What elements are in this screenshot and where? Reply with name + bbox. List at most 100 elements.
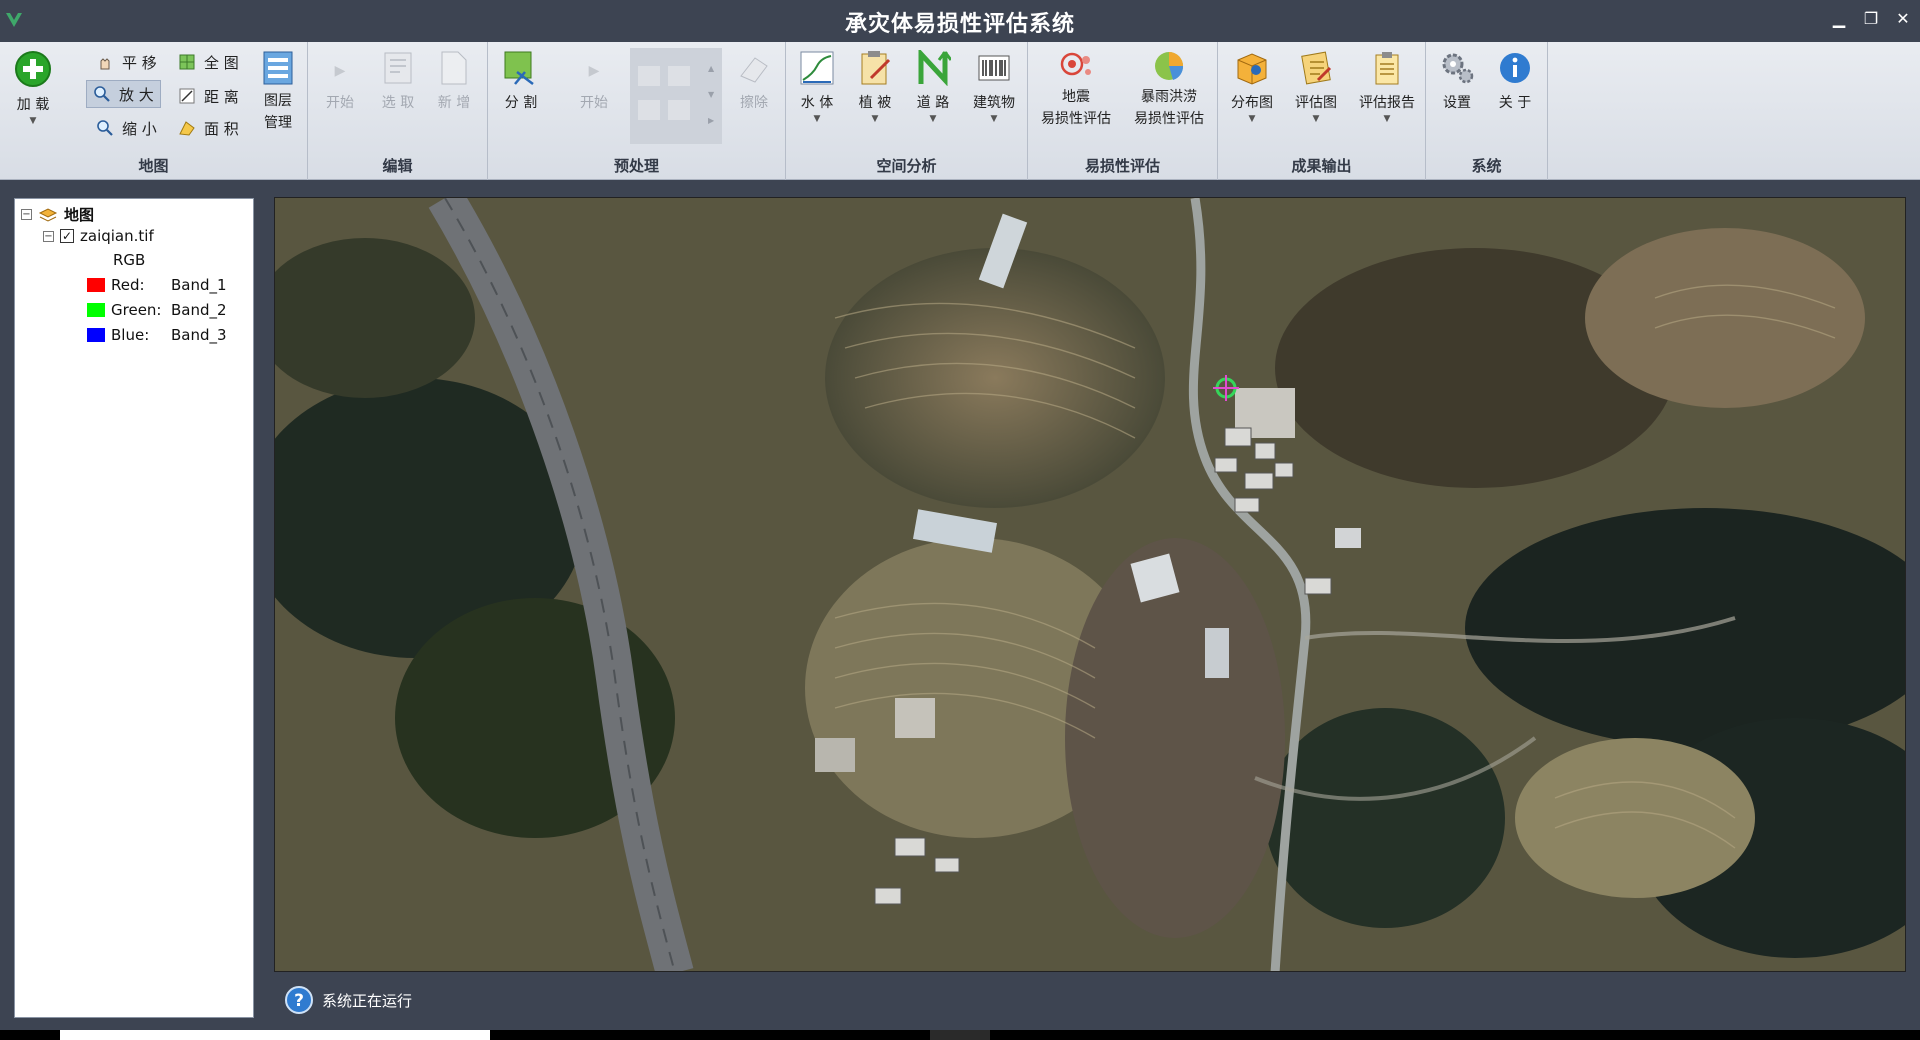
settings-button[interactable]: 设置 xyxy=(1432,50,1482,112)
ribbon-group-label: 预处理 xyxy=(613,157,659,175)
gear-icon xyxy=(1442,53,1474,84)
pan-button[interactable]: 平 移 xyxy=(90,48,163,76)
layer-visibility-checkbox[interactable]: ✓ xyxy=(60,229,74,243)
preprocess-start-button[interactable]: ▶ 开始 xyxy=(574,56,614,112)
close-button[interactable]: ✕ xyxy=(1894,10,1912,28)
gallery-scroll-icon[interactable]: ▲ ▼ ▶ xyxy=(708,56,714,134)
vegetation-analysis-button[interactable]: 植 被 ▼ xyxy=(850,50,900,124)
ribbon-group-spatial: 水 体 ▼ 植 被 ▼ 道 路 ▼ 建筑物 ▼ 空间分析 xyxy=(786,42,1028,180)
chevron-down-icon: ▼ xyxy=(1248,114,1256,124)
gallery-item[interactable] xyxy=(638,100,660,120)
earthquake-icon xyxy=(1060,52,1091,76)
ribbon-group-system: 设置 关 于 系统 xyxy=(1426,42,1548,180)
chevron-down-icon: ▼ xyxy=(871,114,879,124)
red-swatch xyxy=(87,278,105,292)
ribbon-group-vulnerability: 地震 易损性评估 暴雨洪涝 易损性评估 易损性评估 xyxy=(1028,42,1218,180)
chevron-down-icon: ▼ xyxy=(29,116,37,126)
earthquake-vulnerability-button[interactable]: 地震 易损性评估 xyxy=(1034,50,1118,130)
band-row-green: Green: Band_2 xyxy=(87,301,227,319)
road-icon xyxy=(918,50,951,86)
edit-start-button[interactable]: ▶ 开始 xyxy=(320,56,360,112)
ribbon-group-label: 系统 xyxy=(1471,157,1502,175)
load-button[interactable]: 加 载 ▼ xyxy=(10,50,56,126)
select-icon xyxy=(384,52,412,84)
distribution-map-button[interactable]: 分布图 ▼ xyxy=(1224,50,1280,124)
ribbon-group-edit: ▶ 开始 选 取 新 增 编辑 xyxy=(308,42,488,180)
clipboard-icon xyxy=(1375,52,1399,85)
gallery-item[interactable] xyxy=(638,66,660,86)
zoom-out-icon xyxy=(97,120,113,136)
split-button[interactable]: 分 割 xyxy=(498,50,544,112)
zoom-in-button[interactable]: 放 大 xyxy=(86,80,161,108)
layers-stack-icon xyxy=(38,207,58,222)
tree-node-layer[interactable]: − ✓ zaiqian.tif xyxy=(43,227,154,245)
ribbon-group-map: 加 载 ▼ 平 移 放 大 缩 小 全 图 距 离 面 积 图层 管理 地图 xyxy=(0,42,308,180)
blue-swatch xyxy=(87,328,105,342)
ribbon-toolbar: 加 载 ▼ 平 移 放 大 缩 小 全 图 距 离 面 积 图层 管理 地图 ▶… xyxy=(0,42,1920,180)
full-extent-button[interactable]: 全 图 xyxy=(172,48,245,76)
band-row-red: Red: Band_1 xyxy=(87,276,227,294)
layers-icon xyxy=(263,51,293,85)
water-analysis-button[interactable]: 水 体 ▼ xyxy=(792,50,842,124)
chevron-down-icon: ▼ xyxy=(1312,114,1320,124)
flood-vulnerability-button[interactable]: 暴雨洪涝 易损性评估 xyxy=(1126,50,1212,130)
barcode-icon xyxy=(978,55,1010,81)
layer-tree-panel: − 地图 − ✓ zaiqian.tif RGB Red: Band_1 Gre… xyxy=(14,198,254,1018)
ribbon-group-label: 编辑 xyxy=(382,157,413,175)
play-icon: ▶ xyxy=(334,63,346,79)
taskbar-item[interactable] xyxy=(930,1030,990,1040)
zoom-out-button[interactable]: 缩 小 xyxy=(90,114,163,142)
gallery-item[interactable] xyxy=(668,100,690,120)
collapse-icon[interactable]: − xyxy=(43,230,54,242)
assessment-map-button[interactable]: 评估图 ▼ xyxy=(1288,50,1344,124)
tree-node-root[interactable]: − 地图 xyxy=(21,204,94,225)
road-analysis-button[interactable]: 道 路 ▼ xyxy=(908,50,958,124)
minimize-button[interactable]: ▁ xyxy=(1830,10,1848,28)
layer-manage-button[interactable]: 图层 管理 xyxy=(256,50,300,134)
notes-icon xyxy=(1301,51,1332,85)
building-analysis-button[interactable]: 建筑物 ▼ xyxy=(966,50,1022,124)
os-taskbar xyxy=(0,1030,1920,1040)
collapse-icon[interactable]: − xyxy=(21,209,32,220)
tree-node-render-mode: RGB xyxy=(113,251,146,269)
chevron-down-icon: ▼ xyxy=(929,114,937,124)
chevron-down-icon: ▼ xyxy=(1383,114,1391,124)
restore-button[interactable]: ❐ xyxy=(1862,10,1880,28)
document-icon xyxy=(441,51,467,85)
band-row-blue: Blue: Band_3 xyxy=(87,326,227,344)
eraser-icon xyxy=(740,57,768,83)
preprocess-gallery[interactable]: ▲ ▼ ▶ xyxy=(630,48,722,144)
status-bar: ? 系统正在运行 xyxy=(284,982,412,1018)
water-chart-icon xyxy=(800,51,834,85)
about-button[interactable]: 关 于 xyxy=(1490,50,1540,112)
box-icon xyxy=(1237,53,1267,85)
chevron-down-icon: ▼ xyxy=(990,114,998,124)
map-canvas[interactable] xyxy=(274,197,1906,972)
assessment-report-button[interactable]: 评估报告 ▼ xyxy=(1352,50,1422,124)
ribbon-group-label: 地图 xyxy=(138,157,169,175)
window-title: 承灾体易损性评估系统 xyxy=(844,12,1075,37)
help-icon[interactable]: ? xyxy=(284,985,314,1015)
ribbon-group-label: 易损性评估 xyxy=(1084,157,1160,175)
measure-area-button[interactable]: 面 积 xyxy=(172,114,245,142)
svg-text:?: ? xyxy=(294,991,304,1011)
gallery-item[interactable] xyxy=(668,66,690,86)
select-button[interactable]: 选 取 xyxy=(376,50,420,112)
area-icon xyxy=(179,121,195,136)
ribbon-group-output: 分布图 ▼ 评估图 ▼ 评估报告 ▼ 成果输出 xyxy=(1218,42,1426,180)
taskbar-search-box[interactable] xyxy=(60,1030,490,1040)
play-icon: ▶ xyxy=(588,63,600,79)
title-bar: 承灾体易损性评估系统 ▁ ❐ ✕ xyxy=(0,0,1920,42)
add-feature-button[interactable]: 新 增 xyxy=(432,50,476,112)
status-text: 系统正在运行 xyxy=(322,991,413,1010)
clipboard-edit-icon xyxy=(861,51,891,85)
erase-button[interactable]: 擦除 xyxy=(732,52,776,112)
pie-chart-icon xyxy=(1155,52,1184,80)
hand-icon xyxy=(100,58,110,70)
measure-distance-button[interactable]: 距 离 xyxy=(172,82,245,110)
split-icon xyxy=(504,51,534,85)
satellite-image xyxy=(275,198,1905,971)
ribbon-group-preprocess: 分 割 ▶ 开始 ▲ ▼ ▶ 擦除 预处理 xyxy=(488,42,786,180)
chevron-down-icon: ▼ xyxy=(813,114,821,124)
ribbon-group-label: 成果输出 xyxy=(1291,157,1352,175)
